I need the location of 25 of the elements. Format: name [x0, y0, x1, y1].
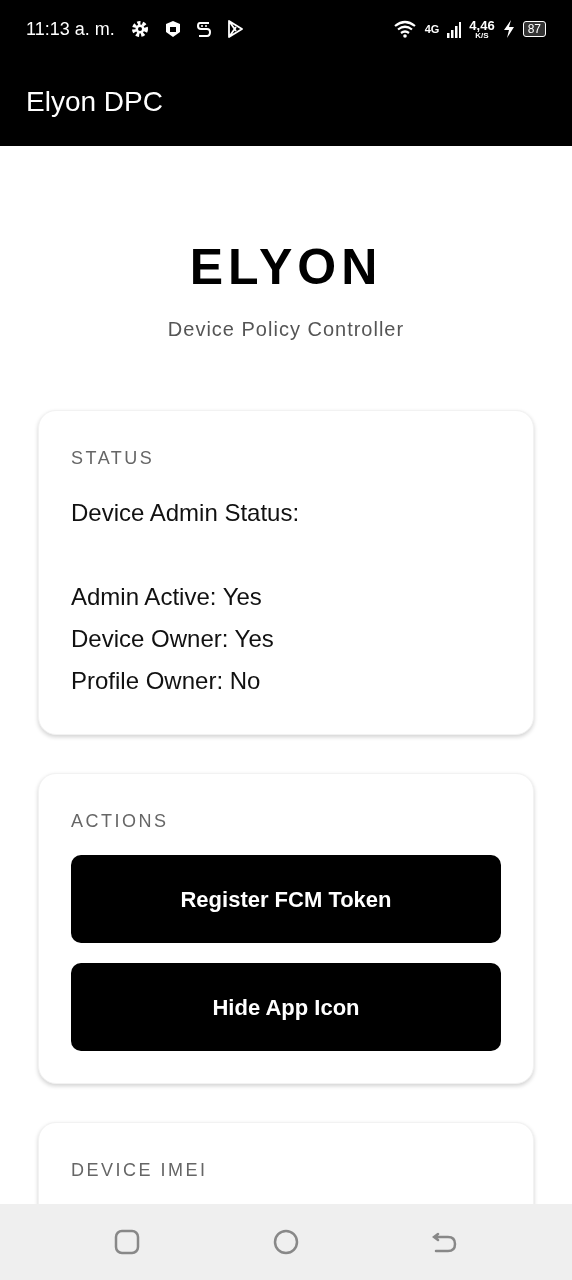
network-type: 4G	[424, 23, 440, 35]
status-text: Admin Active: Yes	[71, 582, 263, 612]
section-title: DEVICE IMEI	[71, 1159, 209, 1182]
section-title: ACTIONS	[71, 810, 170, 833]
action-button[interactable]: Hide App Icon	[71, 963, 501, 1051]
brand-title: ELYON	[188, 242, 384, 292]
data-speed: 4,46	[469, 18, 495, 32]
gear-icon	[130, 20, 149, 38]
wifi-icon	[392, 20, 417, 38]
status-text: Profile Owner: No	[71, 666, 262, 696]
status-text: Device Owner: Yes	[71, 624, 275, 654]
section-title: STATUS	[71, 447, 156, 470]
brand-subtitle: Device Policy Controller	[166, 317, 406, 342]
clock-time: 11:13 a. m.	[26, 17, 115, 41]
recents-icon[interactable]	[114, 1229, 141, 1255]
speed-unit: K/S	[475, 31, 489, 40]
shield-icon	[164, 20, 181, 38]
signal-icon	[447, 20, 462, 38]
app-icon	[196, 20, 211, 38]
status-heading: Device Admin Status:	[71, 498, 301, 528]
home-icon[interactable]	[273, 1229, 299, 1255]
action-button[interactable]: Register FCM Token	[71, 855, 501, 943]
play-icon	[226, 20, 243, 38]
app-title: Elyon DPC	[26, 85, 163, 119]
battery-icon: 87	[522, 21, 546, 37]
